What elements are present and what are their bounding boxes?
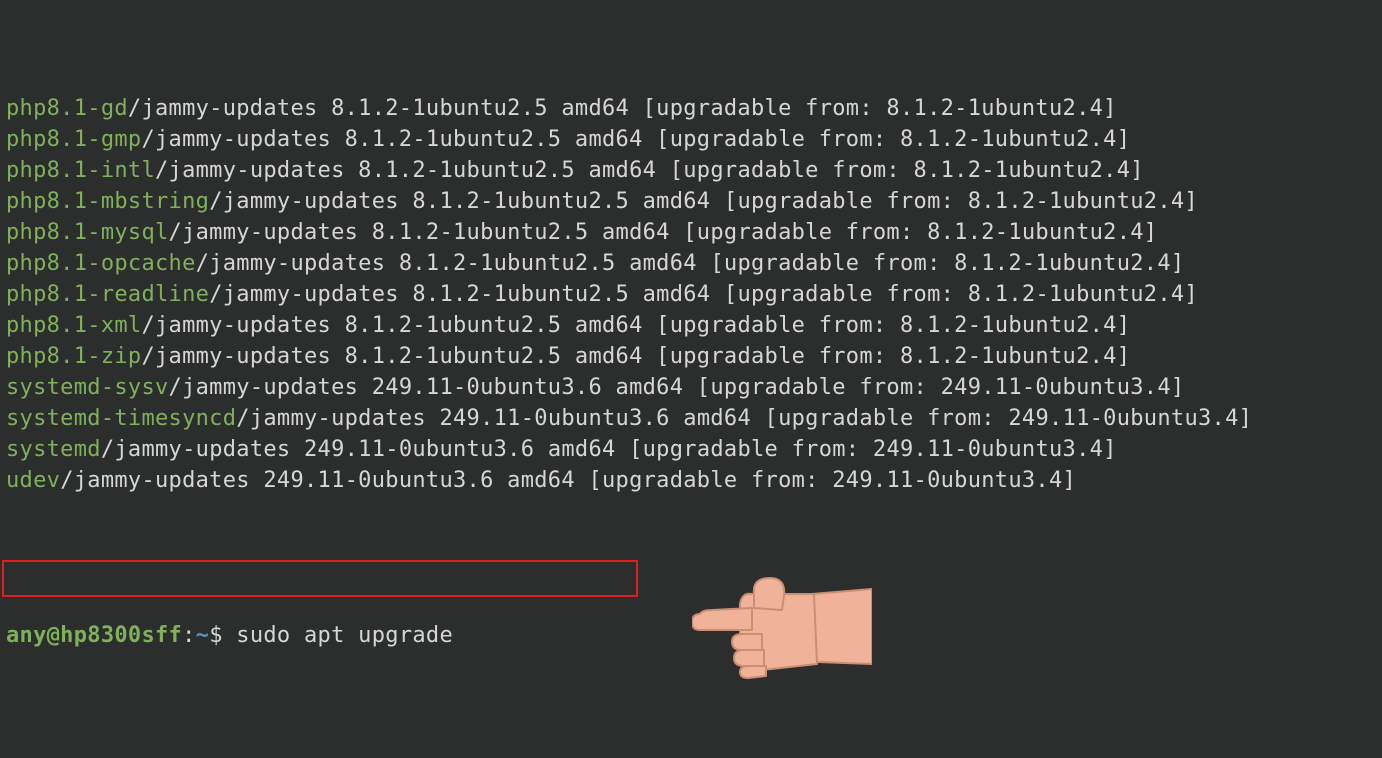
- upgradable-package-line: php8.1-intl/jammy-updates 8.1.2-1ubuntu2…: [6, 155, 1376, 186]
- upgradable-package-line: php8.1-gd/jammy-updates 8.1.2-1ubuntu2.5…: [6, 93, 1376, 124]
- package-info: /jammy-updates 8.1.2-1ubuntu2.5 amd64 [u…: [196, 251, 1185, 276]
- package-name: systemd-sysv: [6, 375, 169, 400]
- package-info: /jammy-updates 249.11-0ubuntu3.6 amd64 […: [60, 468, 1076, 493]
- package-name: php8.1-intl: [6, 158, 155, 183]
- prompt-userhost: any@hp8300sff: [6, 623, 182, 648]
- package-name: php8.1-zip: [6, 344, 141, 369]
- package-info: /jammy-updates 8.1.2-1ubuntu2.5 amd64 [u…: [209, 189, 1198, 214]
- upgradable-package-line: systemd/jammy-updates 249.11-0ubuntu3.6 …: [6, 434, 1376, 465]
- package-name: systemd-timesyncd: [6, 406, 236, 431]
- package-info: /jammy-updates 8.1.2-1ubuntu2.5 amd64 [u…: [155, 158, 1144, 183]
- package-name: php8.1-gmp: [6, 127, 141, 152]
- upgradable-package-line: php8.1-gmp/jammy-updates 8.1.2-1ubuntu2.…: [6, 124, 1376, 155]
- package-info: /jammy-updates 249.11-0ubuntu3.6 amd64 […: [101, 437, 1117, 462]
- prompt-sep: :: [182, 623, 196, 648]
- upgradable-package-line: php8.1-readline/jammy-updates 8.1.2-1ubu…: [6, 279, 1376, 310]
- package-name: udev: [6, 468, 60, 493]
- prompt-dollar: $: [209, 623, 236, 648]
- package-name: php8.1-readline: [6, 282, 209, 307]
- package-info: /jammy-updates 8.1.2-1ubuntu2.5 amd64 [u…: [209, 282, 1198, 307]
- package-name: php8.1-xml: [6, 313, 141, 338]
- package-name: php8.1-opcache: [6, 251, 196, 276]
- terminal-output[interactable]: php8.1-gd/jammy-updates 8.1.2-1ubuntu2.5…: [0, 0, 1382, 758]
- package-info: /jammy-updates 249.11-0ubuntu3.6 amd64 […: [169, 375, 1185, 400]
- package-info: /jammy-updates 8.1.2-1ubuntu2.5 amd64 [u…: [141, 344, 1130, 369]
- upgradable-package-line: systemd-timesyncd/jammy-updates 249.11-0…: [6, 403, 1376, 434]
- package-info: /jammy-updates 249.11-0ubuntu3.6 amd64 […: [236, 406, 1252, 431]
- upgradable-package-line: udev/jammy-updates 249.11-0ubuntu3.6 amd…: [6, 465, 1376, 496]
- prompt-line-1: any@hp8300sff:~$ sudo apt upgrade: [6, 620, 1376, 651]
- annotation-highlight-box: [2, 560, 638, 597]
- package-info: /jammy-updates 8.1.2-1ubuntu2.5 amd64 [u…: [141, 313, 1130, 338]
- package-name: php8.1-mysql: [6, 220, 169, 245]
- package-info: /jammy-updates 8.1.2-1ubuntu2.5 amd64 [u…: [169, 220, 1158, 245]
- package-name: php8.1-gd: [6, 96, 128, 121]
- package-info: /jammy-updates 8.1.2-1ubuntu2.5 amd64 [u…: [141, 127, 1130, 152]
- command-text: sudo apt upgrade: [236, 623, 453, 648]
- upgradable-package-line: php8.1-xml/jammy-updates 8.1.2-1ubuntu2.…: [6, 310, 1376, 341]
- upgradable-package-line: php8.1-opcache/jammy-updates 8.1.2-1ubun…: [6, 248, 1376, 279]
- upgradable-package-line: php8.1-zip/jammy-updates 8.1.2-1ubuntu2.…: [6, 341, 1376, 372]
- upgradable-package-line: php8.1-mysql/jammy-updates 8.1.2-1ubuntu…: [6, 217, 1376, 248]
- upgradable-package-line: systemd-sysv/jammy-updates 249.11-0ubunt…: [6, 372, 1376, 403]
- package-name: systemd: [6, 437, 101, 462]
- package-name: php8.1-mbstring: [6, 189, 209, 214]
- upgradable-package-line: php8.1-mbstring/jammy-updates 8.1.2-1ubu…: [6, 186, 1376, 217]
- prompt-cwd: ~: [196, 623, 210, 648]
- package-info: /jammy-updates 8.1.2-1ubuntu2.5 amd64 [u…: [128, 96, 1117, 121]
